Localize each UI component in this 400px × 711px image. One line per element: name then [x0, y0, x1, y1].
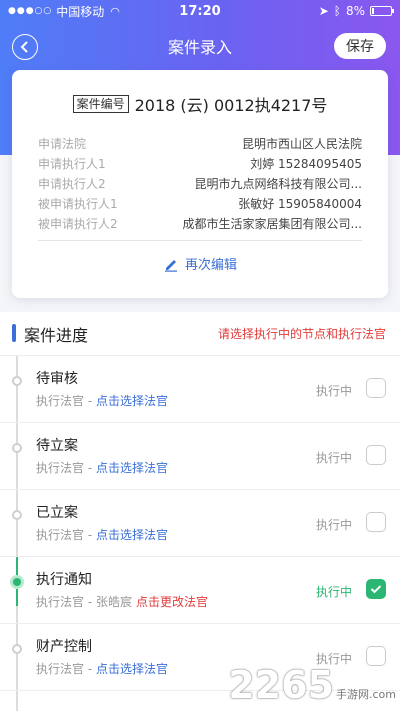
info-row: 被申请执行人2 成都市生活家家居集团有限公司... — [38, 214, 362, 234]
step-node — [12, 510, 22, 520]
step-name: 待审核 — [36, 371, 78, 387]
select-judge-link[interactable]: 点击选择法官 — [96, 461, 168, 475]
edit-again-label: 再次编辑 — [184, 258, 237, 273]
step-judge: 执行法官 - 点击选择法官 — [36, 459, 168, 476]
info-value: 成都市生活家家居集团有限公司... — [182, 217, 362, 231]
edit-again-button[interactable]: 再次编辑 — [12, 254, 388, 273]
progress-hint: 请选择执行中的节点和执行法官 — [217, 327, 386, 341]
change-judge-link[interactable]: 点击更改法官 — [136, 595, 208, 609]
progress-title: 案件进度 — [24, 325, 89, 345]
card-divider — [38, 240, 362, 241]
info-row: 申请执行人2 昆明市九点网络科技有限公司... — [38, 174, 362, 194]
step-checkbox[interactable] — [366, 378, 386, 398]
step-checkbox-checked[interactable] — [366, 579, 386, 599]
judge-label: 执行法官 - — [36, 662, 96, 676]
watermark-brand: 2265 — [228, 663, 334, 707]
step-checkbox[interactable] — [366, 512, 386, 532]
watermark-site-name: 手游网 — [336, 688, 369, 701]
judge-name: 张皓宸 — [95, 595, 132, 609]
step-node — [12, 376, 22, 386]
progress-steps: 待审核 执行法官 - 点击选择法官 执行中 待立案 执行法官 - 点击选择法官 … — [0, 356, 400, 711]
case-number-tag: 案件编号 — [72, 95, 129, 113]
info-label: 申请法院 — [38, 137, 87, 151]
nav-bar: 案件录入 保存 — [0, 28, 400, 64]
select-judge-link[interactable]: 点击选择法官 — [96, 662, 168, 676]
section-accent-bar — [12, 324, 16, 342]
select-judge-link[interactable]: 点击选择法官 — [96, 528, 168, 542]
step-name: 已立案 — [36, 505, 78, 521]
case-number: 2018 (云) 0012执4217号 — [134, 96, 328, 115]
step-name: 财产控制 — [36, 639, 92, 655]
step-state: 执行中 — [315, 384, 352, 398]
case-info-card: 案件编号 2018 (云) 0012执4217号 申请法院 昆明市西山区人民法院… — [12, 70, 388, 298]
judge-label: 执行法官 - — [36, 528, 96, 542]
step-checkbox[interactable] — [366, 445, 386, 465]
watermark-sub: 手游网.com — [336, 686, 396, 702]
judge-label: 执行法官 - — [36, 461, 96, 475]
info-value: 昆明市西山区人民法院 — [241, 137, 362, 151]
step-node-active — [10, 575, 24, 589]
info-value: 张敏好 15905840004 — [238, 197, 362, 211]
status-time: 17:20 — [179, 3, 221, 19]
info-row: 申请法院 昆明市西山区人民法院 — [38, 134, 362, 154]
pencil-icon — [164, 259, 177, 272]
judge-label: 执行法官 - — [36, 595, 96, 609]
case-info-list: 申请法院 昆明市西山区人民法院 申请执行人1 刘婷 15284095405 申请… — [38, 134, 362, 234]
info-label: 被申请执行人1 — [38, 197, 118, 211]
select-judge-link[interactable]: 点击选择法官 — [96, 394, 168, 408]
info-row: 申请执行人1 刘婷 15284095405 — [38, 154, 362, 174]
step-judge: 执行法官 - 张皓宸 点击更改法官 — [36, 593, 208, 610]
step-judge: 执行法官 - 点击选择法官 — [36, 660, 168, 677]
case-number-row: 案件编号 2018 (云) 0012执4217号 — [12, 92, 388, 116]
info-value: 昆明市九点网络科技有限公司... — [194, 177, 362, 191]
watermark-domain: .com — [369, 688, 396, 701]
save-button[interactable]: 保存 — [334, 33, 386, 59]
battery-icon — [370, 6, 394, 16]
info-value: 刘婷 15284095405 — [250, 157, 362, 171]
step-state: 执行中 — [315, 518, 352, 532]
info-label: 被申请执行人2 — [38, 217, 118, 231]
step-item[interactable]: 待审核 执行法官 - 点击选择法官 执行中 — [0, 356, 400, 423]
step-item[interactable]: 已立案 执行法官 - 点击选择法官 执行中 — [0, 490, 400, 557]
step-name: 执行通知 — [36, 572, 92, 588]
step-name: 待立案 — [36, 438, 78, 454]
info-row: 被申请执行人1 张敏好 15905840004 — [38, 194, 362, 214]
info-label: 申请执行人1 — [38, 157, 106, 171]
checkmark-icon — [370, 585, 382, 594]
status-bar: ●●●○○ 中国移动 ◠ 17:20 ➤ ᛒ 8% — [0, 0, 400, 22]
step-judge: 执行法官 - 点击选择法官 — [36, 526, 168, 543]
info-label: 申请执行人2 — [38, 177, 106, 191]
step-node — [12, 443, 22, 453]
step-item-active[interactable]: 执行通知 执行法官 - 张皓宸 点击更改法官 执行中 — [0, 557, 400, 624]
progress-header: 案件进度 请选择执行中的节点和执行法官 — [0, 312, 400, 356]
step-node — [12, 644, 22, 654]
step-state: 执行中 — [315, 451, 352, 465]
judge-label: 执行法官 - — [36, 394, 96, 408]
watermark-logo: 2265 手游网.com — [228, 663, 396, 707]
step-state: 执行中 — [315, 585, 352, 599]
step-item[interactable]: 待立案 执行法官 - 点击选择法官 执行中 — [0, 423, 400, 490]
step-judge: 执行法官 - 点击选择法官 — [36, 392, 168, 409]
